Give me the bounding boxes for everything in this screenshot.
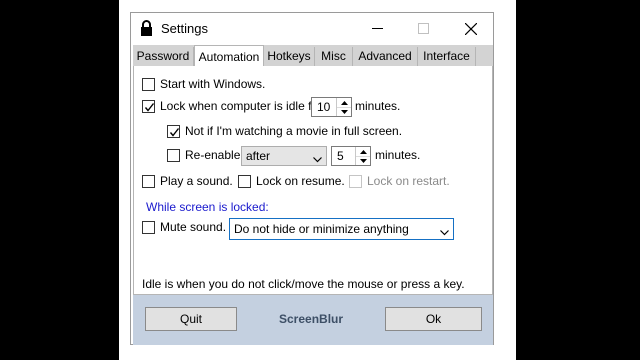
idle-minutes-value: 10	[317, 100, 331, 114]
reenable-mode-value: after	[246, 149, 271, 163]
not-if-movie-checkbox[interactable]	[167, 125, 180, 138]
hide-option-value: Do not hide or minimize anything	[234, 222, 409, 236]
hide-option-select[interactable]: Do not hide or minimize anything	[229, 218, 454, 240]
settings-window: Settings Password Automation Hotkeys Mis…	[130, 12, 494, 345]
window-title: Settings	[161, 21, 208, 36]
reenable-mode-select[interactable]: after	[241, 146, 327, 166]
lock-on-resume-label[interactable]: Lock on resume.	[256, 174, 345, 188]
quit-button[interactable]: Quit	[145, 307, 237, 331]
reenable-minutes-value: 5	[337, 149, 344, 163]
play-sound-checkbox[interactable]	[142, 175, 155, 188]
not-if-movie-label[interactable]: Not if I'm watching a movie in full scre…	[185, 124, 402, 138]
lock-on-resume-checkbox[interactable]	[238, 175, 251, 188]
mute-sound-checkbox[interactable]	[142, 221, 155, 234]
reenable-checkbox[interactable]	[167, 149, 180, 162]
play-sound-label[interactable]: Play a sound.	[160, 174, 233, 188]
stepper-down-icon[interactable]	[356, 156, 370, 165]
minimize-button[interactable]	[354, 13, 400, 44]
tab-misc[interactable]: Misc	[315, 47, 353, 67]
lock-icon	[140, 20, 153, 36]
reenable-label[interactable]: Re-enable	[185, 148, 240, 162]
brand-label: ScreenBlur	[279, 312, 344, 326]
start-with-windows-checkbox[interactable]	[142, 78, 155, 91]
mute-sound-label[interactable]: Mute sound.	[160, 220, 226, 234]
lock-idle-checkbox[interactable]	[142, 100, 155, 113]
idle-minutes-stepper[interactable]: 10	[311, 97, 352, 117]
lock-idle-label[interactable]: Lock when computer is idle for	[160, 99, 322, 113]
stepper-down-icon[interactable]	[337, 107, 351, 116]
close-button[interactable]	[448, 13, 494, 44]
lock-on-restart-checkbox	[349, 175, 362, 188]
while-locked-heading: While screen is locked:	[146, 200, 269, 214]
automation-panel: Start with Windows. Lock when computer i…	[133, 66, 493, 295]
reenable-minutes-stepper[interactable]: 5	[331, 146, 371, 166]
tab-advanced[interactable]: Advanced	[353, 47, 418, 67]
tab-interface[interactable]: Interface	[418, 47, 476, 67]
title-bar[interactable]: Settings	[131, 13, 493, 44]
tab-strip: Password Automation Hotkeys Misc Advance…	[133, 45, 493, 68]
idle-note: Idle is when you do not click/move the m…	[142, 277, 465, 291]
footer-bar: Quit ScreenBlur Ok	[133, 295, 493, 345]
tab-automation[interactable]: Automation	[194, 45, 264, 68]
start-with-windows-label[interactable]: Start with Windows.	[160, 77, 265, 91]
maximize-button	[400, 13, 446, 44]
idle-minutes-suffix: minutes.	[355, 99, 401, 113]
lock-on-restart-label: Lock on restart.	[367, 174, 450, 188]
tab-hotkeys[interactable]: Hotkeys	[264, 47, 315, 67]
chevron-down-icon	[313, 152, 322, 166]
reenable-minutes-suffix: minutes.	[375, 148, 421, 162]
tab-password[interactable]: Password	[133, 47, 194, 67]
chevron-down-icon	[440, 225, 449, 239]
ok-button[interactable]: Ok	[385, 307, 482, 331]
